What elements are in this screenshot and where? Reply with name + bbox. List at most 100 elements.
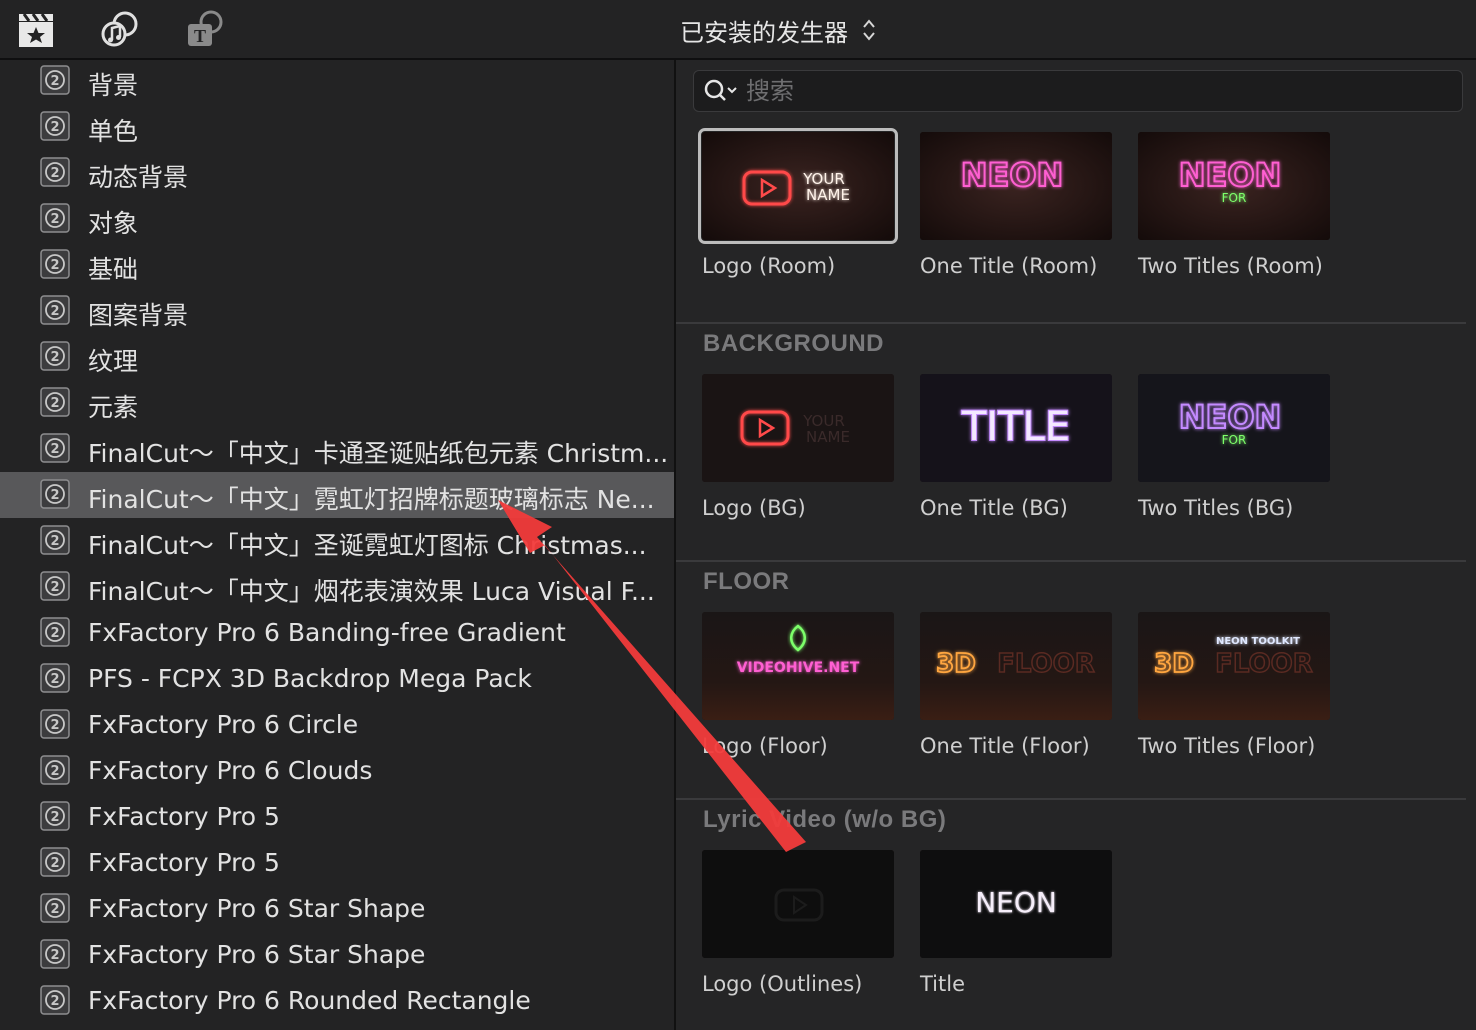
sidebar-item[interactable]: 2 对象: [0, 196, 674, 242]
generator-tile-label: Two Titles (Floor): [1138, 734, 1316, 758]
generator-tile[interactable]: VIDEOHIVE.NET: [702, 612, 894, 720]
svg-text:T: T: [194, 26, 206, 46]
generator-tile-label: Two Titles (Room): [1138, 254, 1323, 278]
svg-text:NEON: NEON: [961, 156, 1064, 194]
generator-thumbnail: VIDEOHIVE.NET: [702, 612, 894, 720]
search-input[interactable]: [744, 75, 1448, 107]
generator-category-icon: 2: [40, 295, 70, 325]
generator-tile[interactable]: YOUR NAME: [698, 128, 898, 244]
generator-category-icon: 2: [40, 65, 70, 95]
generator-category-icon: 2: [40, 755, 70, 785]
sidebar-item[interactable]: 2 FinalCut～「中文」卡通圣诞贴纸包元素 Christm...: [0, 426, 674, 472]
sidebar-item[interactable]: 2 FxFactory Pro 6 Clouds: [0, 748, 674, 794]
generator-category-icon: 2: [40, 249, 70, 279]
svg-text:2: 2: [50, 212, 59, 227]
photos-music-icon[interactable]: [100, 10, 140, 50]
generator-tile[interactable]: YOUR NAME: [702, 374, 894, 482]
svg-text:2: 2: [50, 304, 59, 319]
generator-category-icon: 2: [40, 663, 70, 693]
generator-category-icon: 2: [40, 387, 70, 417]
svg-text:FLOOR: FLOOR: [997, 649, 1095, 679]
sidebar-item[interactable]: 2 FinalCut～「中文」圣诞霓虹灯图标 Christmas...: [0, 518, 674, 564]
sidebar-item[interactable]: 2 FxFactory Pro 6 Star Shape: [0, 886, 674, 932]
generator-category-icon: 2: [40, 341, 70, 371]
generator-tile-label: One Title (Room): [920, 254, 1098, 278]
sidebar-item[interactable]: 2 FxFactory Pro 6 Banding-free Gradient: [0, 610, 674, 656]
generator-tile-label: Logo (Outlines): [702, 972, 863, 996]
sidebar-item-label: 基础: [88, 255, 139, 284]
sidebar-item[interactable]: 2 元素: [0, 380, 674, 426]
svg-text:2: 2: [50, 396, 59, 411]
generator-tile-label: Title: [920, 972, 966, 996]
svg-text:TITLE: TITLE: [961, 404, 1070, 450]
browser-title-menu[interactable]: 已安装的发生器: [680, 14, 876, 47]
generator-tile[interactable]: NEON: [920, 132, 1112, 240]
sidebar-item[interactable]: 2 纹理: [0, 334, 674, 380]
generator-tile[interactable]: 3D FLOOR: [920, 612, 1112, 720]
clapper-star-icon[interactable]: [16, 10, 56, 50]
sidebar-item-label: FxFactory Pro 6 Clouds: [88, 756, 373, 785]
section-header: FLOOR: [703, 568, 790, 595]
section-divider: [676, 322, 1466, 324]
svg-text:NAME: NAME: [806, 428, 850, 446]
browser-toolbar: T 已安装的发生器: [0, 0, 1476, 60]
sidebar-item-label: FinalCut～「中文」霓虹灯招牌标题玻璃标志 Ne...: [88, 485, 655, 514]
svg-text:2: 2: [50, 258, 59, 273]
generator-tile[interactable]: NEON TOOLKIT 3D FLOOR: [1138, 612, 1330, 720]
generator-category-icon: 2: [40, 571, 70, 601]
sidebar-item[interactable]: 2 FinalCut～「中文」烟花表演效果 Luca Visual F...: [0, 564, 674, 610]
sidebar-item[interactable]: 2 背景: [0, 58, 674, 104]
sidebar-item[interactable]: 2 基础: [0, 242, 674, 288]
svg-text:FOR: FOR: [1222, 433, 1247, 447]
generator-browser: YOURNAME Logo (Room) NEON One Title (Room) N…: [676, 60, 1476, 1030]
search-field[interactable]: [693, 70, 1463, 112]
generator-tile[interactable]: NEON FOR: [1138, 132, 1330, 240]
sidebar-item-label: 纹理: [88, 347, 139, 376]
svg-text:2: 2: [50, 350, 59, 365]
generator-tile[interactable]: TITLE TITLE: [920, 374, 1112, 482]
generator-thumbnail: NEON: [920, 850, 1112, 958]
sidebar-item[interactable]: 2 FxFactory Pro 6 Star Shape: [0, 932, 674, 978]
generator-thumbnail: NEONFOR: [1138, 132, 1330, 240]
sidebar-item-label: FxFactory Pro 6 Circle: [88, 710, 359, 739]
generator-tile[interactable]: NEON FOR: [1138, 374, 1330, 482]
sidebar-item-label: 对象: [88, 209, 139, 238]
sidebar-item[interactable]: 2 单色: [0, 104, 674, 150]
svg-text:2: 2: [50, 948, 59, 963]
generator-tile[interactable]: NEON: [920, 850, 1112, 958]
search-icon[interactable]: [702, 77, 740, 105]
generator-category-icon: 2: [40, 111, 70, 141]
sidebar-item[interactable]: 2 FxFactory Pro 5: [0, 794, 674, 840]
generator-tile[interactable]: [702, 850, 894, 958]
sidebar-item[interactable]: 2 FinalCut～「中文」霓虹灯招牌标题玻璃标志 Ne...: [0, 472, 674, 518]
generator-category-icon: 2: [40, 985, 70, 1015]
generator-tile-label: One Title (BG): [920, 496, 1068, 520]
sidebar-item[interactable]: 2 动态背景: [0, 150, 674, 196]
svg-text:VIDEOHIVE.NET: VIDEOHIVE.NET: [737, 660, 860, 676]
sidebar-item[interactable]: 2 FxFactory Pro 5: [0, 840, 674, 886]
sidebar-item[interactable]: 2 FxFactory Pro 6 Rounded Rectangle: [0, 978, 674, 1024]
generator-category-icon: 2: [40, 801, 70, 831]
svg-text:NEON: NEON: [1179, 156, 1282, 194]
sidebar-item-label: FxFactory Pro 6 Star Shape: [88, 894, 426, 923]
section-header: BACKGROUND: [703, 330, 884, 357]
svg-text:FOR: FOR: [1222, 191, 1247, 205]
generator-category-icon: 2: [40, 203, 70, 233]
sidebar-item-label: FxFactory Pro 5: [88, 802, 280, 831]
generator-category-icon: 2: [40, 939, 70, 969]
titles-generators-icon[interactable]: T: [184, 10, 224, 50]
sidebar-item[interactable]: 2 FxFactory Pro 6 Circle: [0, 702, 674, 748]
generator-tile-label: Logo (Floor): [702, 734, 828, 758]
generator-tile-label: One Title (Floor): [920, 734, 1090, 758]
svg-text:2: 2: [50, 488, 59, 503]
sidebar-item[interactable]: 2 PFS - FCPX 3D Backdrop Mega Pack: [0, 656, 674, 702]
svg-text:FLOOR: FLOOR: [1215, 649, 1313, 679]
svg-text:2: 2: [50, 856, 59, 871]
svg-text:NEON: NEON: [975, 886, 1057, 919]
generator-category-icon: 2: [40, 525, 70, 555]
generator-thumbnail: NEON TOOLKIT 3D FLOOR: [1138, 612, 1330, 720]
svg-text:NAME: NAME: [806, 186, 850, 204]
svg-text:2: 2: [50, 626, 59, 641]
sidebar-item-label: 元素: [88, 393, 139, 422]
sidebar-item[interactable]: 2 图案背景: [0, 288, 674, 334]
